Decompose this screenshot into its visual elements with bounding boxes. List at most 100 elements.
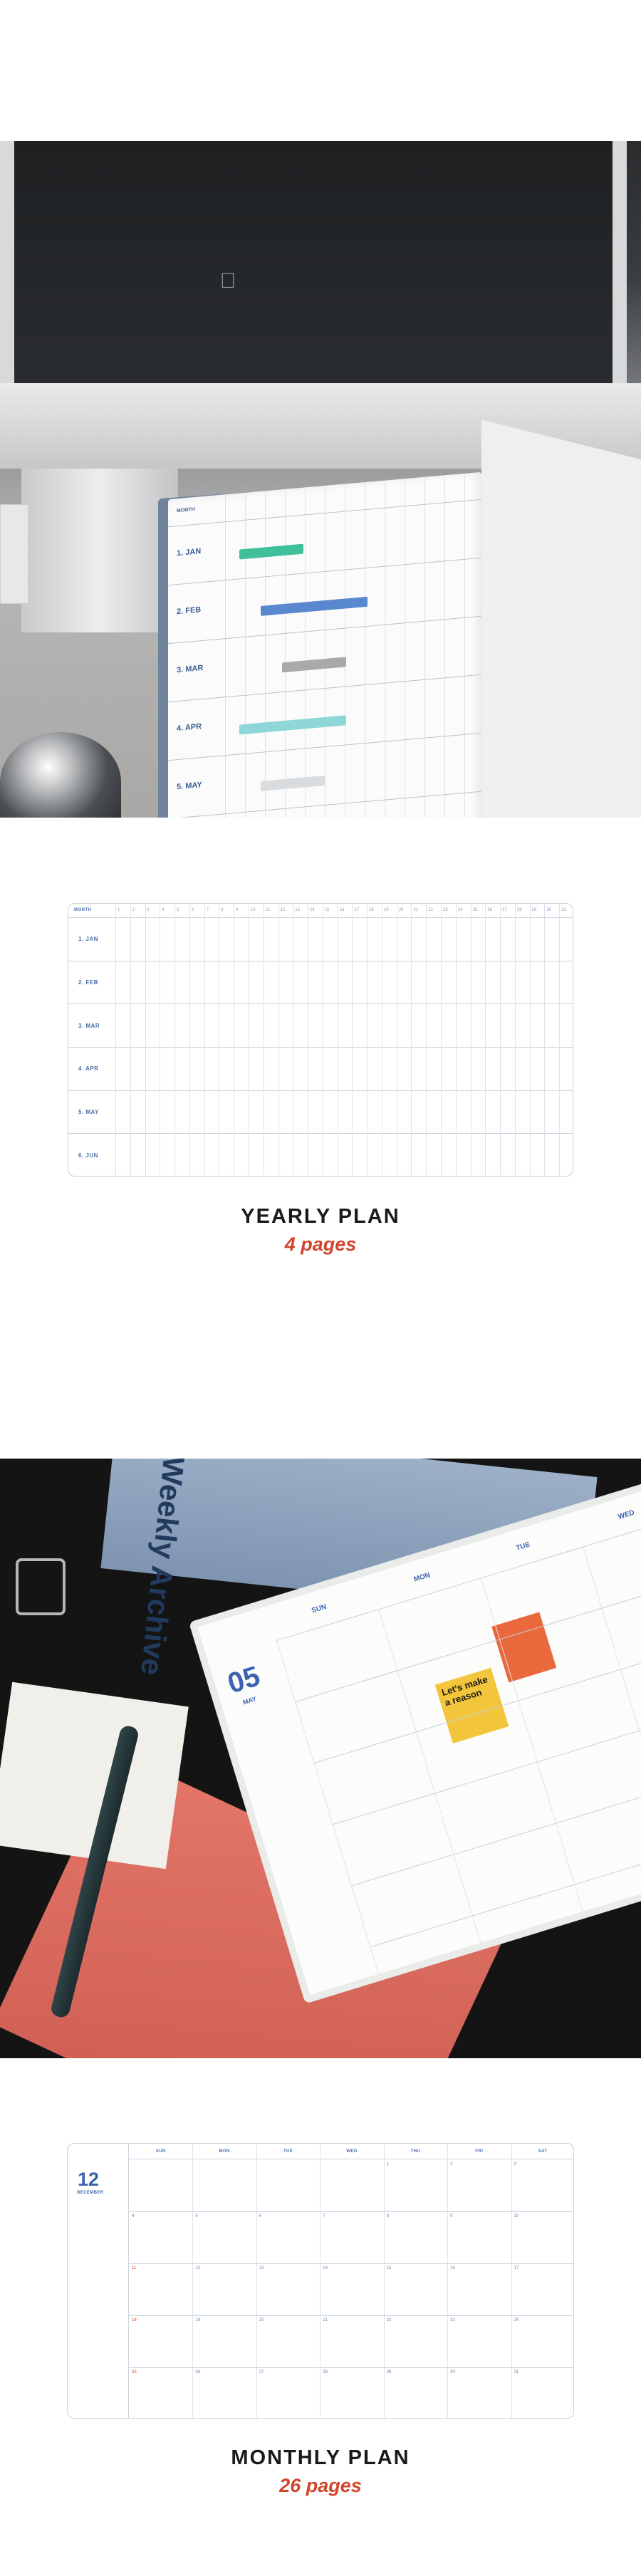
monthly-grid-column [256,2144,257,2418]
yearly-day-number: 2 [132,908,135,912]
yearly-grid-column [352,904,353,1176]
yearly-grid-column [514,904,516,1176]
monthly-date-number: 8 [386,2214,390,2218]
yearly-day-number: 22 [428,908,433,912]
yearly-day-number: 26 [487,908,493,912]
yearly-month-row: 5. MAY [68,1091,573,1135]
monthly-date-number: 21 [323,2318,328,2322]
yearly-grid-column [544,904,546,1176]
monthly-grid-column [447,2144,449,2418]
monthly-date-number: 31 [514,2370,519,2374]
yearly-grid-column [189,904,190,1176]
monthly-date-number: 1 [386,2162,390,2166]
planner-month-label: 5. MAY [177,781,202,792]
yearly-month-row: 1. JAN [68,918,573,961]
monthly-month-number: 12 [78,2169,100,2190]
monthly-date-number: 24 [514,2318,519,2322]
yearly-day-number: 31 [561,908,566,912]
yearly-grid-column [455,904,457,1176]
planner-left-page: MONTH 1. JAN2. FEB3. MAR4. APR5. MAY6. J… [168,471,481,818]
yearly-day-number: 12 [280,908,286,912]
yearly-month-row: 6. JUN [68,1134,573,1176]
yearly-day-number: 29 [531,908,537,912]
monthly-weekday-label: WED [346,2149,358,2154]
monthly-planner-photo: Weekly Archive 05 MAY Let's make a reaso… [0,1459,641,2058]
monthly-date-number: 3 [514,2162,516,2166]
yearly-day-number: 16 [339,908,345,912]
yearly-day-number: 21 [413,908,419,912]
yearly-day-number: 13 [295,908,300,912]
planner-header-label: MONTH [177,506,195,514]
apple-logo-icon:  [217,269,239,293]
monthly-grid-row [129,2367,573,2368]
yearly-grid-column [441,904,442,1176]
yearly-day-number: 14 [310,908,315,912]
monthly-weekday-label: THU [410,2149,421,2154]
yearly-header-label: MONTH [74,908,92,912]
planner-sticker [239,715,346,735]
monthly-date-number: 5 [195,2214,198,2218]
yearly-month-label: 1. JAN [78,936,98,943]
monthly-date-number: 27 [259,2370,264,2374]
wooden-house-object [0,504,28,604]
planner-month-label: 3. MAR [177,663,204,675]
monthly-weekday-label: MON [219,2149,230,2154]
yearly-grid-column [115,904,116,1176]
photo-weekday-label: MON [412,1571,432,1584]
monthly-date-number: 26 [195,2370,201,2374]
yearly-month-label: 4. APR [78,1065,99,1073]
yearly-month-rows: 1. JAN 2. FEB 3. MAR 4. APR 5. MAY 6. JUN [68,918,573,1176]
planner-sticker [282,657,346,673]
monthly-date-number: 12 [195,2266,201,2270]
yearly-day-number: 23 [443,908,448,912]
yearly-day-number: 19 [383,908,389,912]
yearly-day-number: 30 [546,908,552,912]
yearly-plan-pages: 4 pages [284,1234,357,1255]
binder-clip [16,1558,66,1615]
planner-month-label: 4. APR [177,722,202,734]
planner-sticker [261,596,368,616]
monthly-date-number: 9 [450,2214,453,2218]
yearly-day-number: 1 [118,908,120,912]
planner-right-page [481,419,641,818]
yearly-month-row: 3. MAR [68,1004,573,1048]
yearly-grid-column [559,904,561,1176]
monthly-date-number: 7 [323,2214,325,2218]
monthly-date-number: 28 [323,2370,328,2374]
yearly-month-label: 6. JUN [78,1152,98,1159]
yearly-grid-column [529,904,531,1176]
yearly-month-row: 4. APR [68,1048,573,1091]
planner-sticker [239,543,303,560]
monthly-date-number: 22 [386,2318,392,2322]
yearly-day-number: 10 [250,908,256,912]
yearly-day-number: 17 [354,908,360,912]
yearly-day-number: 8 [221,908,224,912]
monthly-date-number: 6 [259,2214,262,2218]
yearly-header-row: MONTH 1 2 3 4 5 6 7 8 9 10 11 12 13 14 15 16 17 18 19 20 21 2… [68,904,573,918]
monthly-weekday-label: SUN [155,2149,166,2154]
yearly-grid-column [500,904,501,1176]
monthly-date-number: 10 [514,2214,519,2218]
monthly-side-column: 12 DECEMBER [68,2144,129,2418]
monthly-date-number: 20 [259,2318,264,2322]
monthly-weekday-header: SUN MON TUE WED THU FRI SAT [129,2144,573,2159]
yearly-grid-column [485,904,486,1176]
yearly-day-number: 27 [502,908,507,912]
yearly-day-number: 25 [472,908,478,912]
photo-weekday-label: WED [617,1508,636,1521]
monthly-grid-column [383,2144,385,2418]
yearly-month-label: 3. MAR [78,1022,100,1029]
photo-grid-column [378,1609,481,1943]
yearly-day-number: 24 [457,908,463,912]
monthly-date-number: 11 [132,2266,137,2270]
monthly-date-number: 30 [450,2370,455,2374]
yearly-day-number: 3 [147,908,150,912]
monthly-grid-row [129,2211,573,2212]
monthly-date-number: 23 [450,2318,455,2322]
yearly-grid-column [426,904,427,1176]
monthly-plan-title: MONTHLY PLAN [231,2446,410,2469]
monthly-date-number: 19 [195,2318,201,2322]
yearly-grid-column [204,904,205,1176]
monthly-grid-column [511,2144,512,2418]
monthly-date-number: 15 [386,2266,392,2270]
